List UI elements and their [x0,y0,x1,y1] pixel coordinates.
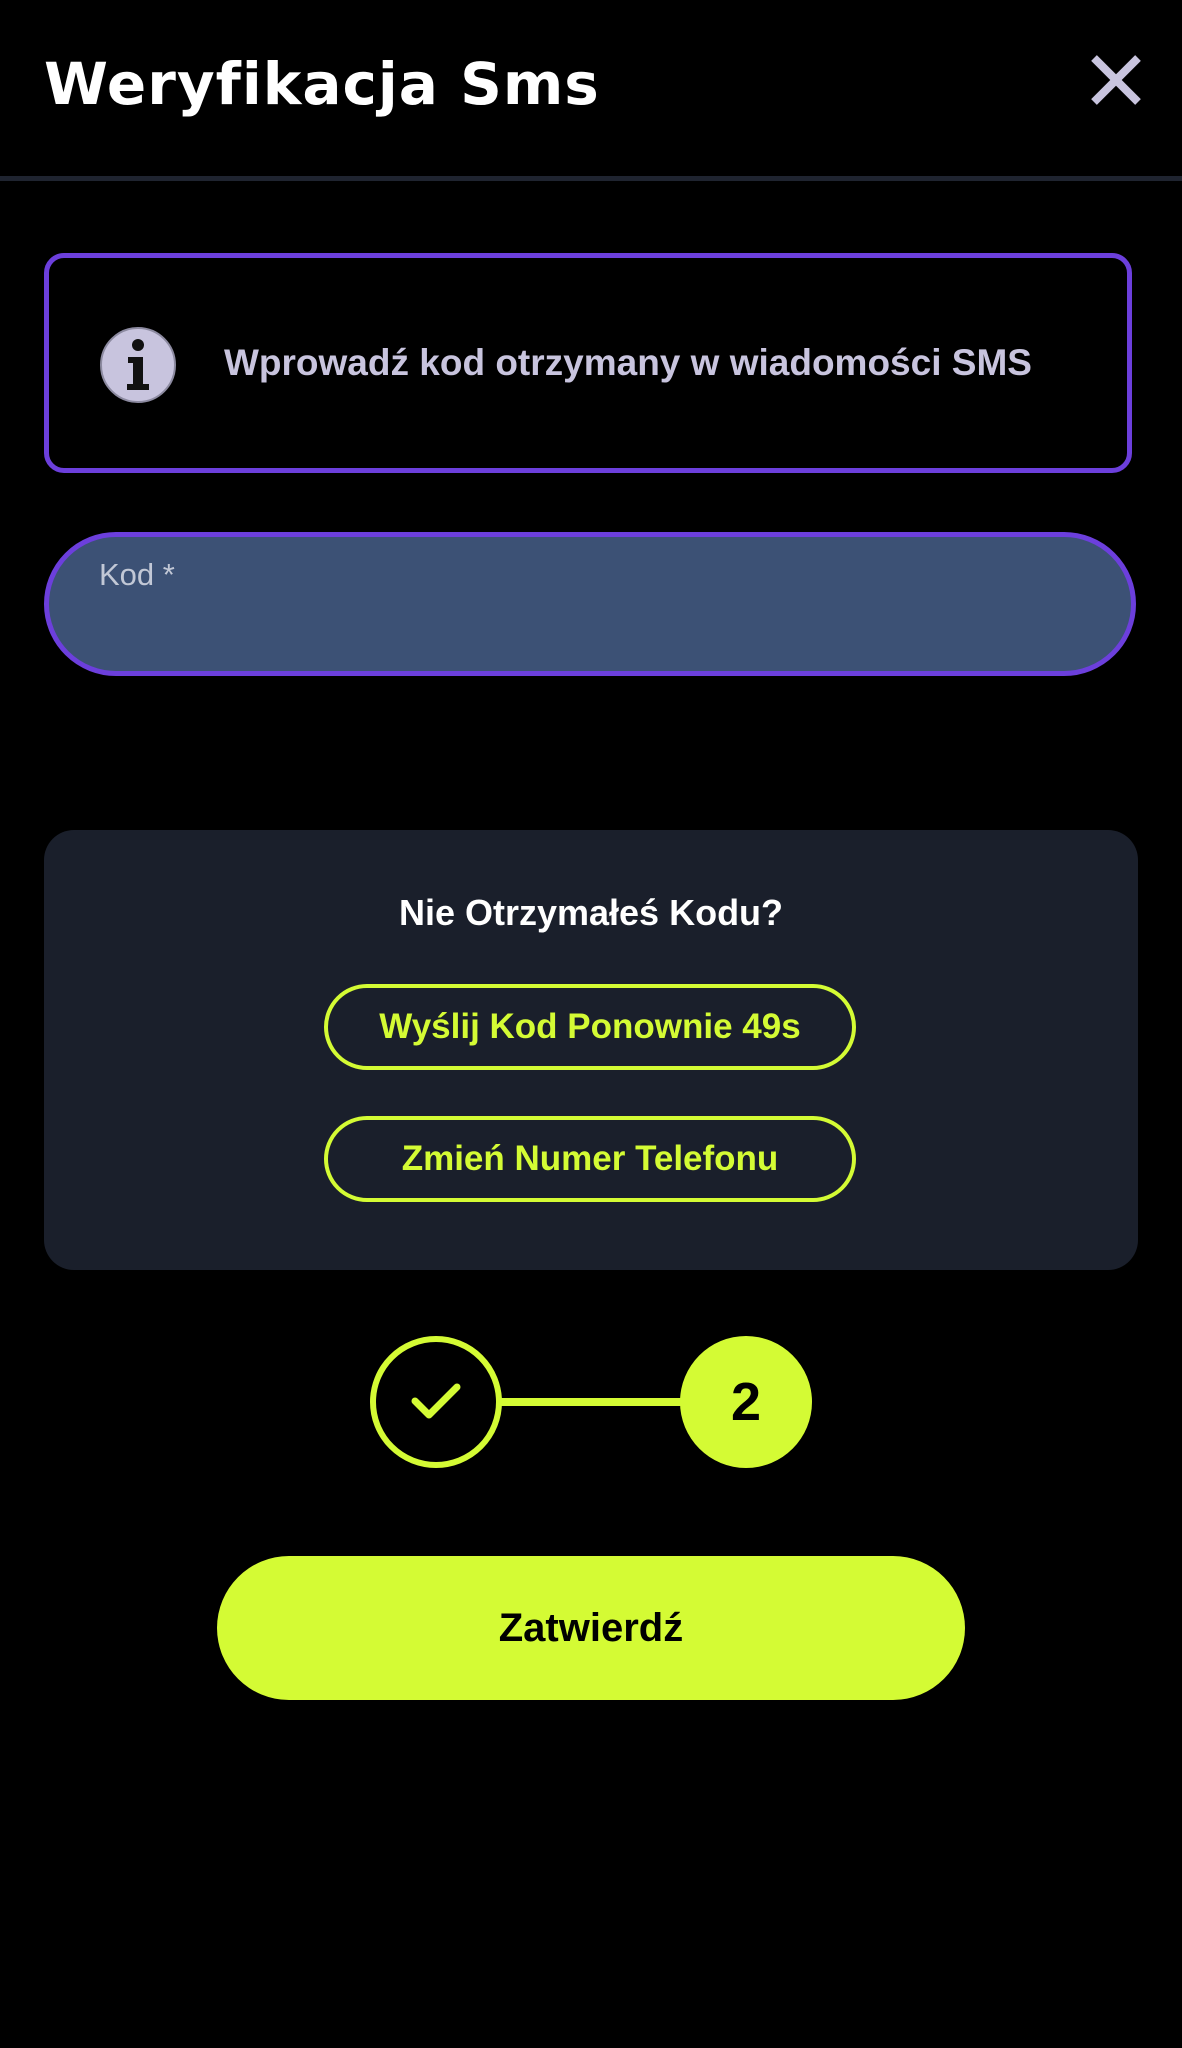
info-text: Wprowadź kod otrzymany w wiadomości SMS [224,342,1032,383]
step-2-current: 2 [680,1336,812,1468]
change-phone-button[interactable]: Zmień Numer Telefonu [324,1116,856,1202]
stepper-connector [498,1398,684,1406]
resend-title: Nie Otrzymałeś Kodu? [398,892,784,933]
resend-code-panel: Nie Otrzymałeś Kodu? Wyślij Kod Ponownie… [44,830,1138,1270]
resend-code-button[interactable]: Wyślij Kod Ponownie 49s [324,984,856,1070]
step-1-completed [370,1336,502,1468]
code-input[interactable]: Kod * [44,532,1136,676]
info-icon [100,327,176,403]
check-icon [411,1383,461,1419]
progress-stepper: 2 [370,1336,812,1468]
code-input-label: Kod * [99,557,175,592]
close-icon [1091,55,1141,105]
page-title: Weryfikacja Sms [44,50,600,118]
info-message-box: Wprowadź kod otrzymany w wiadomości SMS [44,253,1132,473]
close-button[interactable] [1080,44,1152,116]
submit-button[interactable]: Zatwierdź [217,1556,965,1700]
header: Weryfikacja Sms [0,0,1182,181]
